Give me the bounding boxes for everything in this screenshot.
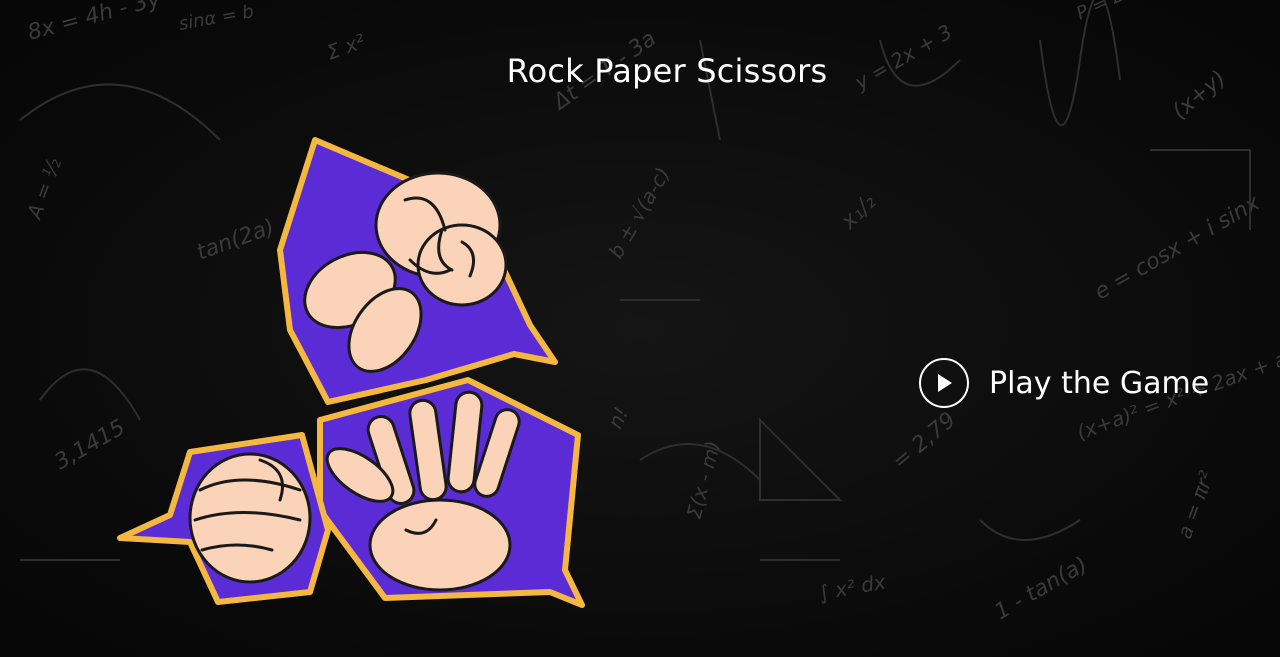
rock-hand-icon	[277, 137, 558, 405]
chalk-formula: A = ½	[21, 154, 66, 223]
chalk-formula: 8x = 4h - 3y	[25, 0, 164, 46]
chalk-formula: sinα = b	[177, 1, 255, 35]
game-landing-screen: 8x = 4h - 3y sinα = bΣ x² Δt = T - 3a y = 2…	[0, 0, 1280, 657]
chalk-formula: b ± √(a-c)	[604, 163, 675, 262]
play-the-game-label: Play the Game	[989, 365, 1210, 401]
chalk-formula: n!	[603, 403, 634, 432]
chalk-formula: = 2,79	[888, 408, 961, 475]
play-the-game-button[interactable]: Play the Game	[919, 358, 1209, 408]
hero-illustration	[117, 137, 585, 608]
chalk-formula: a = πr²	[1172, 468, 1218, 542]
chalk-formula: e = cosx + i sinx	[1091, 190, 1265, 305]
paper-hand-icon	[317, 377, 585, 608]
chalk-formula: ∫ x² dx	[817, 570, 888, 605]
chalk-formula: 1 - tan(a)	[991, 552, 1092, 625]
chalk-formula: P = Σ	[1073, 0, 1127, 25]
page-title: Rock Paper Scissors	[506, 52, 828, 90]
fist-icon	[117, 432, 331, 605]
chalk-formula: x₁/₂	[836, 190, 881, 235]
play-icon[interactable]	[919, 358, 969, 408]
